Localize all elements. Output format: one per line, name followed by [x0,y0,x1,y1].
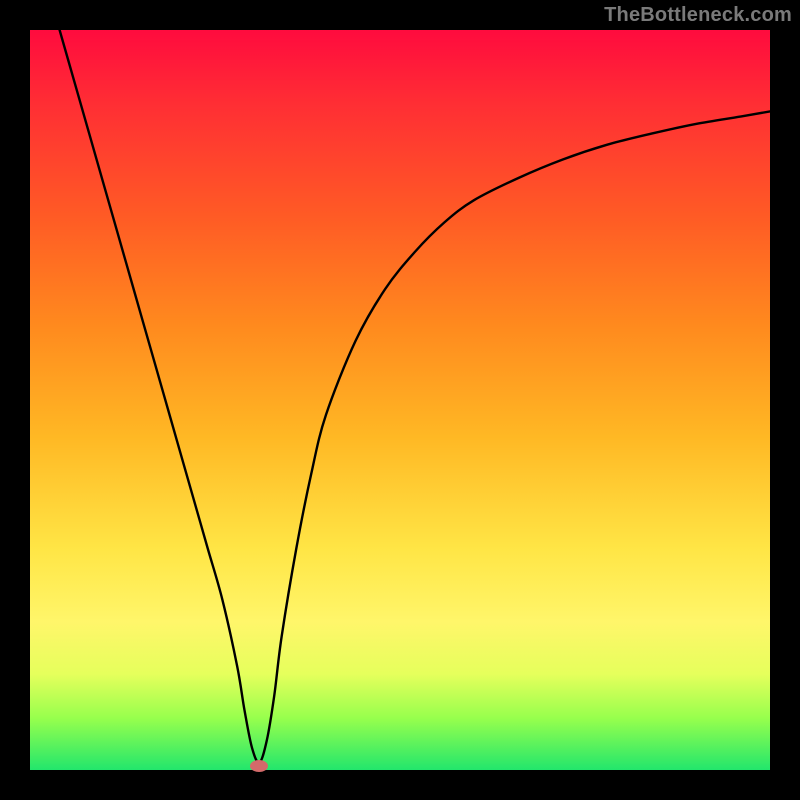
chart-frame: TheBottleneck.com [0,0,800,800]
bottleneck-curve [30,30,770,770]
plot-area [30,30,770,770]
watermark-label: TheBottleneck.com [604,4,792,27]
minimum-marker [250,760,268,772]
